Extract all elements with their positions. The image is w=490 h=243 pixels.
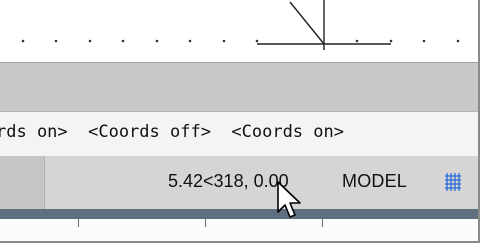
grid-dot <box>54 39 58 43</box>
model-space-button[interactable]: MODEL <box>342 171 407 192</box>
arrow-cursor-icon <box>277 181 301 218</box>
command-line-text: rds on> <Coords off> <Coords on> <box>0 122 344 142</box>
grid-dot <box>121 39 125 43</box>
grid-dot <box>255 39 259 43</box>
command-line[interactable]: rds on> <Coords off> <Coords on> <box>0 111 480 157</box>
drawn-diagonal-line <box>289 1 325 45</box>
grid-icon[interactable] <box>443 170 465 194</box>
grid-dot <box>456 39 460 43</box>
grid-dot <box>21 39 25 43</box>
tab-divider <box>322 219 323 227</box>
status-bar-left-panel <box>0 156 45 209</box>
tab-divider <box>78 219 79 227</box>
layout-tabs-row <box>0 219 480 241</box>
grid-dot <box>188 39 192 43</box>
panel-separator <box>0 63 480 111</box>
grid-dot <box>88 39 92 43</box>
drawing-canvas[interactable] <box>0 0 480 63</box>
grid-dot <box>389 39 393 43</box>
coordinates-display[interactable]: 5.42<318, 0.00 <box>168 171 289 192</box>
drawing-canvas-graphics <box>21 0 460 50</box>
status-bar: 5.42<318, 0.00 MODEL <box>0 156 480 209</box>
grid-dot <box>155 39 159 43</box>
window-bottom-band <box>0 209 480 219</box>
grid-dot <box>355 39 359 43</box>
tab-divider <box>205 219 206 227</box>
grid-dot <box>422 39 426 43</box>
grid-dot <box>222 39 226 43</box>
